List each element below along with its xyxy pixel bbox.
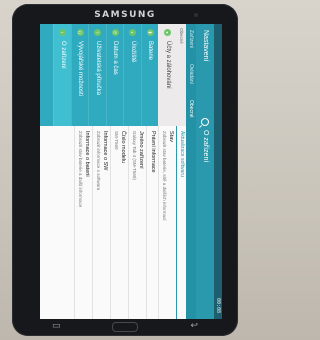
row-model-number[interactable]: Číslo modelu SM-T560 (110, 126, 128, 319)
pane-title: O zařízení (202, 130, 209, 163)
accounts-icon: ● (164, 29, 172, 36)
tab-device[interactable]: Zařízení (186, 30, 196, 48)
sidebar-item-label: Úložiště (129, 41, 136, 63)
row-subtitle: Zobrazit stav baterie a další informace (78, 131, 83, 208)
developer-icon: {} (76, 29, 84, 36)
row-software-info[interactable]: Informace o SW Zobrazit informace o soft… (92, 126, 110, 319)
info-icon: i (59, 29, 67, 36)
recent-apps-button[interactable]: ▭ (52, 321, 61, 331)
row-title: Číslo modelu (120, 131, 126, 164)
tab-general[interactable]: Obecné (185, 100, 196, 118)
tab-controls[interactable]: Ovládání (186, 64, 196, 84)
row-title: Informace o baterii (84, 131, 90, 177)
row-title: Stav (168, 131, 174, 143)
storage-icon: ◐ (129, 29, 137, 36)
sidebar-item-about[interactable]: i O zařízení (53, 24, 71, 126)
screen-viewport: 00:08 Nastavení O zařízení Zařízení Ovlá… (40, 24, 222, 319)
sidebar-item-accounts[interactable]: ● Účty a zálohování (158, 24, 176, 126)
row-title: Právní informace (150, 131, 156, 173)
sidebar-item-datetime[interactable]: ◷ Datum a čas (106, 24, 124, 126)
settings-sidebar: Obecné ● Účty a zálohování ▮ Baterie ◐ Ú… (40, 24, 186, 126)
sidebar-item-label: Uživatelská příručka (94, 41, 101, 96)
sidebar-item-label: Datum a čas (112, 41, 119, 75)
row-subtitle: Zobrazit informace o softwaru (96, 131, 101, 191)
front-camera (194, 13, 198, 17)
sidebar-item-label: Vývojářské možnosti (77, 41, 84, 97)
section-software-update[interactable]: Aktualizace softwaru (176, 126, 186, 319)
row-title: Jméno zařízení (138, 131, 144, 169)
row-device-name[interactable]: Jméno zařízení Galaxy Tab 4 (SM-T560) (128, 126, 146, 319)
sidebar-item-battery[interactable]: ▮ Baterie (141, 24, 159, 126)
app-title: Nastavení (202, 30, 209, 62)
sidebar-header: Obecné (176, 24, 186, 126)
row-legal[interactable]: Právní informace (146, 126, 158, 319)
manual-icon: ? (94, 29, 102, 36)
row-subtitle: Galaxy Tab 4 (SM-T560) (132, 131, 137, 180)
settings-screen: 00:08 Nastavení O zařízení Zařízení Ovlá… (40, 24, 222, 319)
about-device-pane: Aktualizace softwaru Stav Zobrazit stav … (40, 126, 186, 319)
home-button[interactable] (112, 322, 138, 332)
row-battery-info[interactable]: Informace o baterii Zobrazit stav bateri… (74, 126, 92, 319)
sidebar-item-storage[interactable]: ◐ Úložiště (123, 24, 141, 126)
app-bar: Nastavení O zařízení (196, 24, 214, 319)
sidebar-item-label: O zařízení (59, 41, 66, 69)
tab-bar: Zařízení Ovládání Obecné (185, 24, 196, 319)
search-icon[interactable] (201, 118, 209, 126)
status-time: 00:08 (215, 297, 221, 313)
clock-icon: ◷ (111, 29, 119, 36)
back-button[interactable]: ↩ (190, 321, 198, 331)
sidebar-item-label: Účty a zálohování (164, 41, 171, 89)
status-bar: 00:08 (214, 24, 222, 319)
brand-logo: SAMSUNG (94, 10, 156, 20)
sidebar-item-developer[interactable]: {} Vývojářské možnosti (71, 24, 89, 126)
tablet-device: SAMSUNG 00:08 Nastavení O zařízení Zaříz… (12, 4, 238, 336)
sidebar-item-label: Baterie (147, 41, 154, 61)
row-status[interactable]: Stav Zobrazit stav baterie, sítě a další… (158, 126, 176, 319)
sidebar-item-manual[interactable]: ? Uživatelská příručka (88, 24, 106, 126)
row-title: Informace o SW (102, 131, 108, 171)
row-subtitle: Zobrazit stav baterie, sítě a dalších in… (162, 131, 167, 221)
battery-icon: ▮ (146, 29, 154, 36)
